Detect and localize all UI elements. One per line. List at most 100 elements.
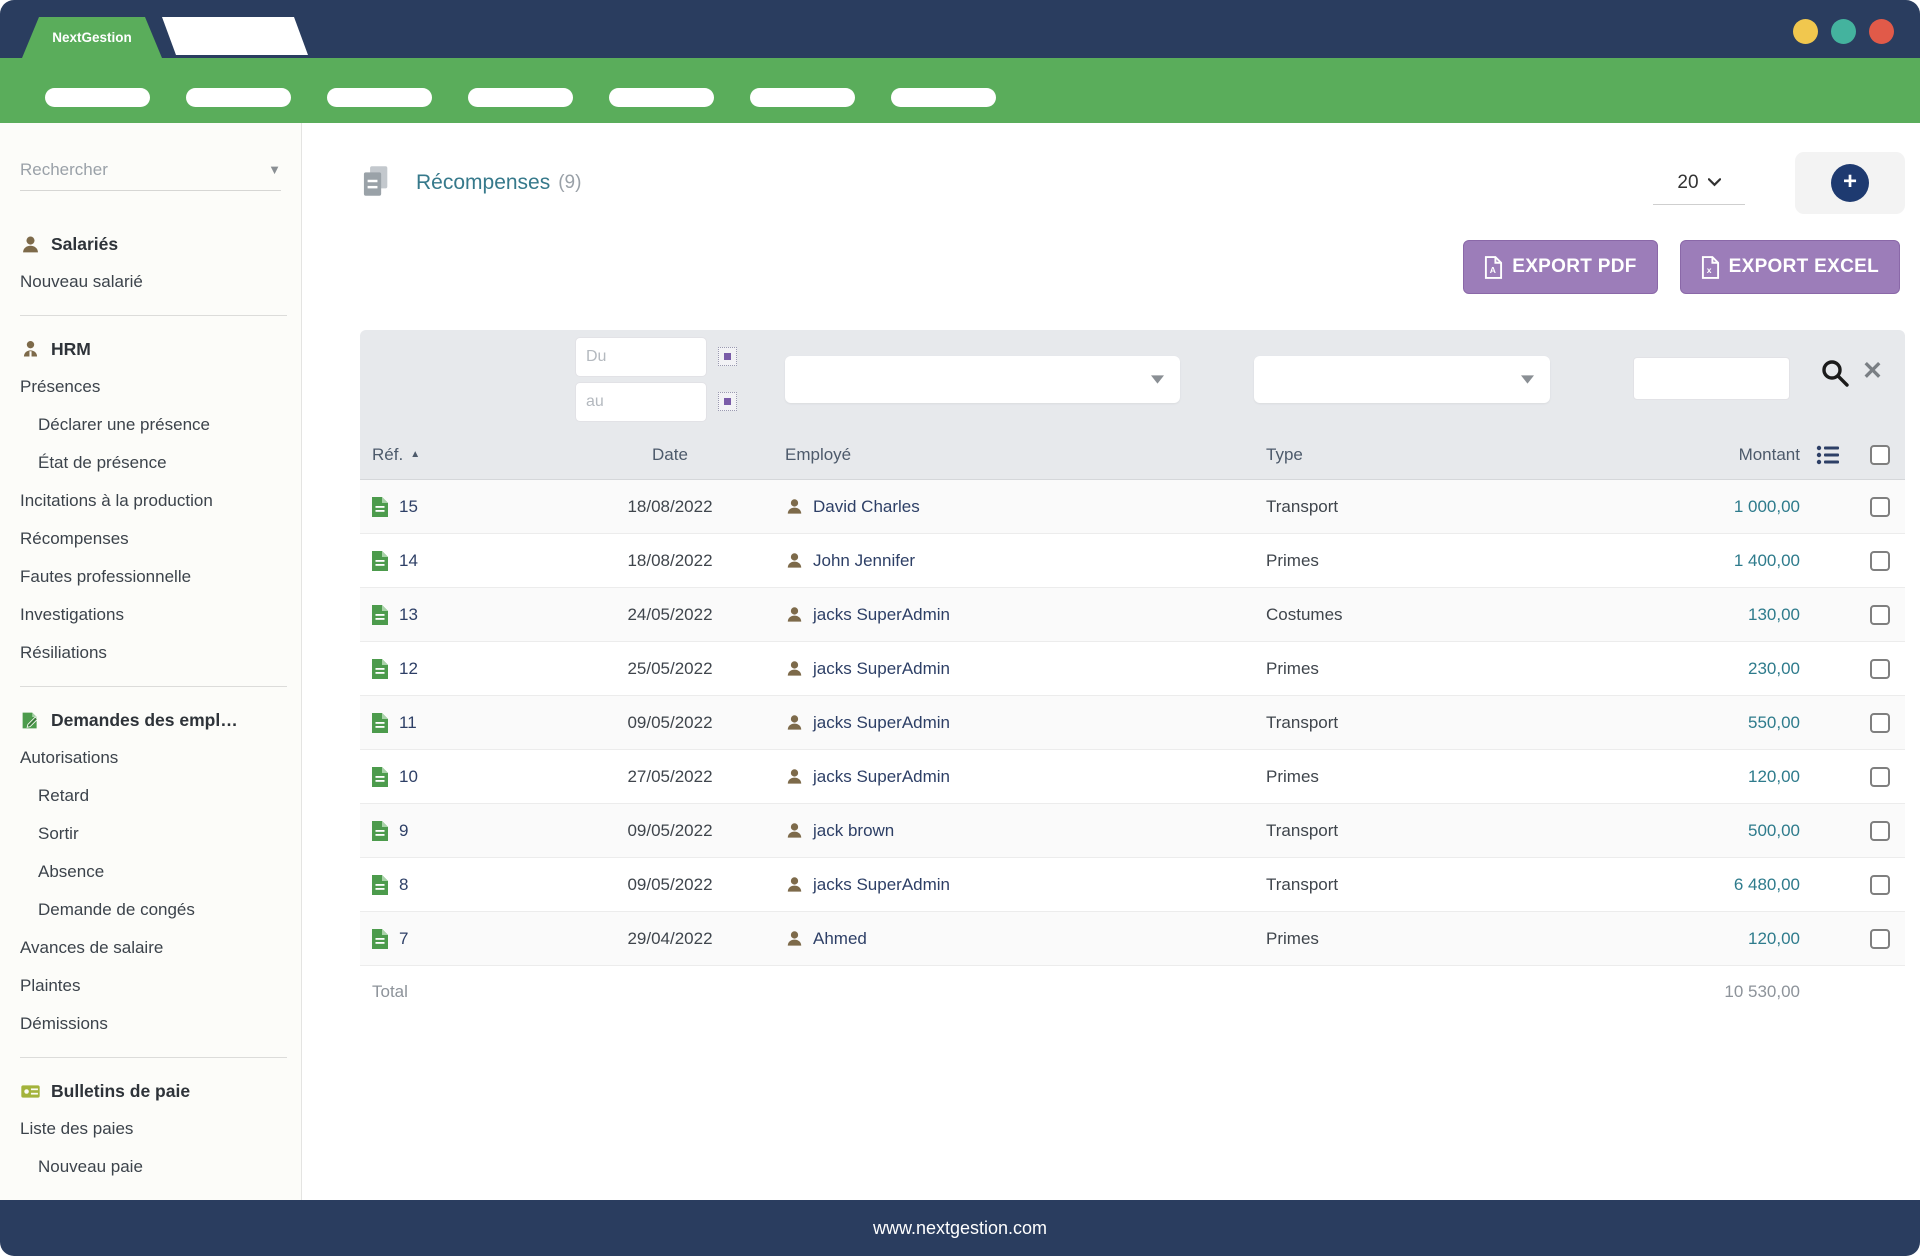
amount-filter-input[interactable] [1633, 357, 1790, 400]
sidebar-item-recompenses[interactable]: Récompenses [20, 520, 287, 558]
nav-pill-2[interactable] [186, 88, 291, 107]
export-pdf-button[interactable]: A EXPORT PDF [1463, 240, 1657, 294]
row-employee-link[interactable]: jacks SuperAdmin [813, 713, 950, 733]
row-checkbox[interactable] [1870, 659, 1890, 679]
page-title[interactable]: Récompenses [416, 171, 550, 195]
column-employee[interactable]: Employé [765, 445, 1262, 465]
page-header: Récompenses (9) 20 + [360, 150, 1905, 216]
table-row: 909/05/2022jack brownTransport500,00 [360, 804, 1905, 858]
search-input[interactable] [20, 160, 268, 180]
sidebar-item-label: Récompenses [20, 529, 129, 549]
sidebar-item-avances-de-salaire[interactable]: Avances de salaire [20, 929, 287, 967]
export-excel-button[interactable]: x EXPORT EXCEL [1680, 240, 1900, 294]
total-amount: 10 530,00 [1600, 982, 1800, 1002]
row-date: 18/08/2022 [575, 551, 765, 571]
sidebar-item-investigations[interactable]: Investigations [20, 596, 287, 634]
nav-pill-3[interactable] [327, 88, 432, 107]
chevron-down-icon[interactable]: ▼ [268, 162, 281, 177]
row-checkbox[interactable] [1870, 497, 1890, 517]
close-icon[interactable]: ✕ [1862, 356, 1883, 386]
calendar-icon[interactable] [718, 347, 737, 366]
sidebar-item-plaintes[interactable]: Plaintes [20, 967, 287, 1005]
nav-pill-7[interactable] [891, 88, 996, 107]
page-size-select[interactable]: 20 [1653, 161, 1745, 205]
row-employee-link[interactable]: jacks SuperAdmin [813, 605, 950, 625]
sort-asc-icon: ▲ [410, 449, 420, 460]
sidebar-item-autorisations[interactable]: Autorisations [20, 739, 287, 777]
add-record-button[interactable]: + [1831, 164, 1869, 202]
nav-pill-1[interactable] [45, 88, 150, 107]
row-ref-link[interactable]: 15 [399, 497, 418, 517]
brand-tab[interactable]: NextGestion [22, 17, 162, 58]
sidebar-item-salaries[interactable]: Salariés [20, 225, 287, 263]
page-size-value: 20 [1677, 172, 1698, 194]
row-ref-link[interactable]: 13 [399, 605, 418, 625]
row-ref-link[interactable]: 9 [399, 821, 408, 841]
column-type[interactable]: Type [1262, 445, 1600, 465]
people-icon [20, 339, 41, 360]
nav-pill-6[interactable] [750, 88, 855, 107]
row-employee-link[interactable]: jacks SuperAdmin [813, 875, 950, 895]
row-ref-link[interactable]: 7 [399, 929, 408, 949]
row-employee-link[interactable]: jacks SuperAdmin [813, 767, 950, 787]
sidebar-item-label: Démissions [20, 1014, 108, 1034]
sidebar-item-bulletins-de-paie[interactable]: Bulletins de paie [20, 1072, 287, 1110]
window-maximize-button[interactable] [1831, 19, 1856, 44]
row-checkbox[interactable] [1870, 821, 1890, 841]
row-employee-link[interactable]: jacks SuperAdmin [813, 659, 950, 679]
sidebar-item-nouveau-paie[interactable]: Nouveau paie [20, 1148, 287, 1186]
employee-filter-select[interactable] [785, 356, 1180, 403]
date-to-input[interactable] [575, 382, 707, 422]
sidebar-item-etat-de-presence[interactable]: État de présence [20, 444, 287, 482]
table-row: 1324/05/2022jacks SuperAdminCostumes130,… [360, 588, 1905, 642]
row-ref-link[interactable]: 8 [399, 875, 408, 895]
row-checkbox[interactable] [1870, 929, 1890, 949]
row-checkbox[interactable] [1870, 767, 1890, 787]
search-icon[interactable] [1820, 358, 1850, 388]
column-ref[interactable]: Réf. ▲ [360, 445, 575, 465]
calendar-icon[interactable] [718, 392, 737, 411]
row-employee-link[interactable]: jack brown [813, 821, 894, 841]
window-close-button[interactable] [1869, 19, 1894, 44]
window-minimize-button[interactable] [1793, 19, 1818, 44]
row-employee-link[interactable]: David Charles [813, 497, 920, 517]
nav-pill-5[interactable] [609, 88, 714, 107]
secondary-tab[interactable] [162, 17, 308, 55]
sidebar-item-retard[interactable]: Retard [20, 777, 287, 815]
row-employee-link[interactable]: Ahmed [813, 929, 867, 949]
row-checkbox[interactable] [1870, 875, 1890, 895]
table-row: 729/04/2022AhmedPrimes120,00 [360, 912, 1905, 966]
row-ref-link[interactable]: 11 [399, 713, 417, 733]
record-count: (9) [558, 172, 581, 194]
sidebar-item-demande-de-conges[interactable]: Demande de congés [20, 891, 287, 929]
row-checkbox[interactable] [1870, 713, 1890, 733]
sidebar-item-hrm[interactable]: HRM [20, 330, 287, 368]
sidebar-item-demissions[interactable]: Démissions [20, 1005, 287, 1043]
row-date: 09/05/2022 [575, 821, 765, 841]
sidebar-item-presences[interactable]: Présences [20, 368, 287, 406]
nav-pill-4[interactable] [468, 88, 573, 107]
row-ref-link[interactable]: 10 [399, 767, 418, 787]
column-amount[interactable]: Montant [1600, 445, 1800, 465]
sidebar-item-absence[interactable]: Absence [20, 853, 287, 891]
sidebar-item-liste-des-paies[interactable]: Liste des paies [20, 1110, 287, 1148]
row-checkbox[interactable] [1870, 551, 1890, 571]
select-all-checkbox[interactable] [1870, 445, 1890, 465]
sidebar-item-incitations-a-la-production[interactable]: Incitations à la production [20, 482, 287, 520]
sidebar-item-declarer-une-presence[interactable]: Déclarer une présence [20, 406, 287, 444]
list-view-icon[interactable] [1800, 444, 1855, 466]
column-date[interactable]: Date [575, 445, 765, 465]
row-date: 09/05/2022 [575, 875, 765, 895]
row-ref-link[interactable]: 12 [399, 659, 418, 679]
sidebar-item-resiliations[interactable]: Résiliations [20, 634, 287, 672]
sidebar-item-demandes-des-empl[interactable]: Demandes des empl… [20, 701, 287, 739]
row-ref-link[interactable]: 14 [399, 551, 418, 571]
sidebar-item-nouveau-salarie[interactable]: Nouveau salarié [20, 263, 287, 301]
row-checkbox[interactable] [1870, 605, 1890, 625]
row-employee-link[interactable]: John Jennifer [813, 551, 915, 571]
sidebar-item-fautes-professionnelle[interactable]: Fautes professionnelle [20, 558, 287, 596]
sidebar-item-sortir[interactable]: Sortir [20, 815, 287, 853]
date-from-input[interactable] [575, 337, 707, 377]
person-icon [20, 234, 41, 255]
type-filter-select[interactable] [1254, 356, 1550, 403]
